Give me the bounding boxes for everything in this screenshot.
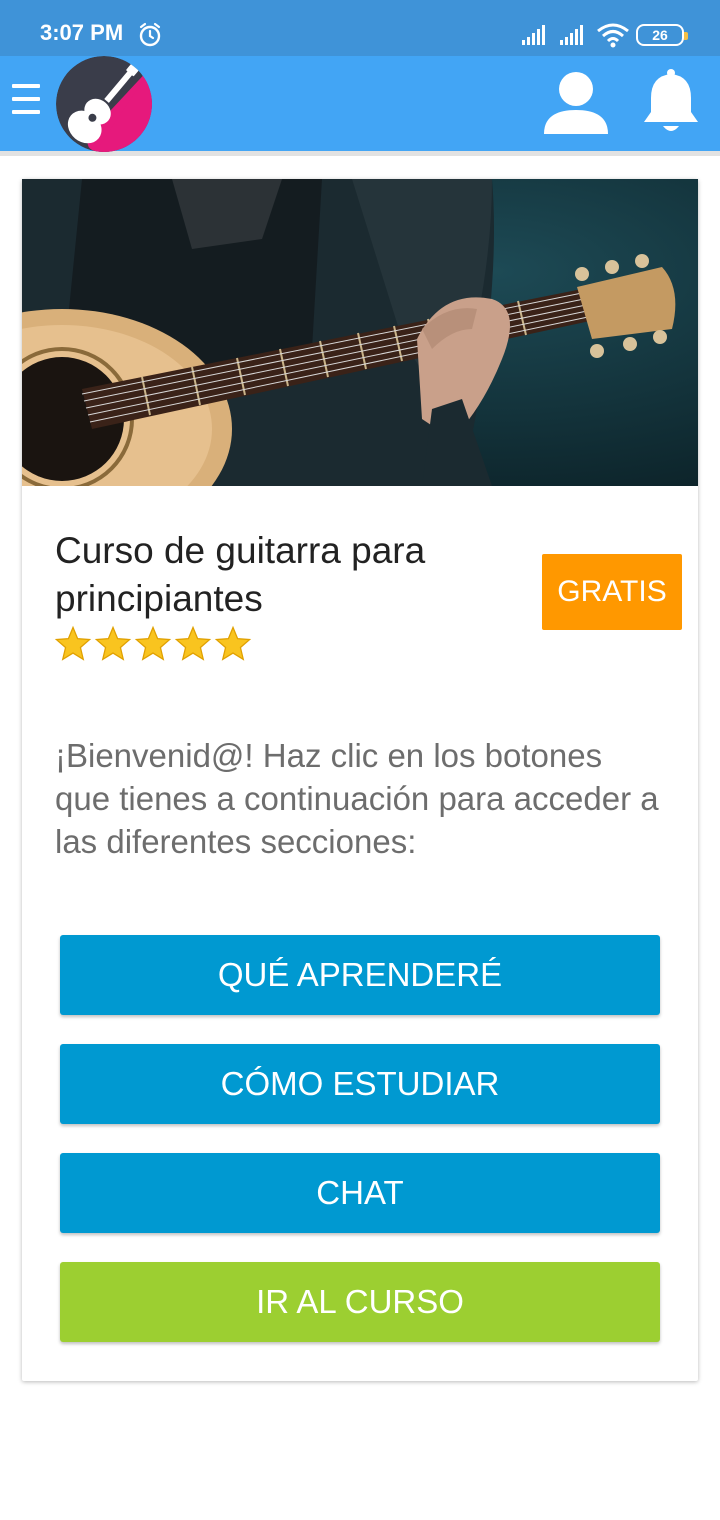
how-to-study-button[interactable]: CÓMO ESTUDIAR xyxy=(60,1044,660,1124)
rating-stars xyxy=(54,625,252,669)
status-time: 3:07 PM xyxy=(40,20,124,45)
battery-icon: 26 xyxy=(636,24,688,46)
course-hero-image xyxy=(22,179,698,486)
alarm-icon xyxy=(139,22,161,47)
what-will-i-learn-button[interactable]: QUÉ APRENDERÉ xyxy=(60,935,660,1015)
course-card: Curso de guitarra para principiantes GRA… xyxy=(22,179,698,1381)
price-badge: GRATIS xyxy=(542,554,682,630)
user-icon[interactable] xyxy=(542,70,610,136)
chat-button[interactable]: CHAT xyxy=(60,1153,660,1233)
welcome-description: ¡Bienvenid@! Haz clic en los botones que… xyxy=(55,737,659,860)
guitar-player-illustration xyxy=(22,179,698,486)
signal-icon xyxy=(522,25,545,45)
status-bar: 3:07 PM 26 xyxy=(0,0,720,56)
guitar-logo[interactable] xyxy=(56,56,152,152)
star-icon xyxy=(134,625,172,661)
battery-level: 26 xyxy=(652,27,668,43)
course-title: Curso de guitarra para principiantes xyxy=(55,530,426,619)
menu-icon[interactable] xyxy=(12,84,42,120)
wifi-icon xyxy=(597,23,629,48)
signal-icon xyxy=(560,25,583,45)
go-to-course-button[interactable]: IR AL CURSO xyxy=(60,1262,660,1342)
bell-icon[interactable] xyxy=(642,68,700,136)
guitar-logo-graphic xyxy=(56,56,152,152)
star-icon xyxy=(54,625,92,661)
star-icon xyxy=(94,625,132,661)
star-icon xyxy=(174,625,212,661)
star-icon xyxy=(214,625,252,661)
